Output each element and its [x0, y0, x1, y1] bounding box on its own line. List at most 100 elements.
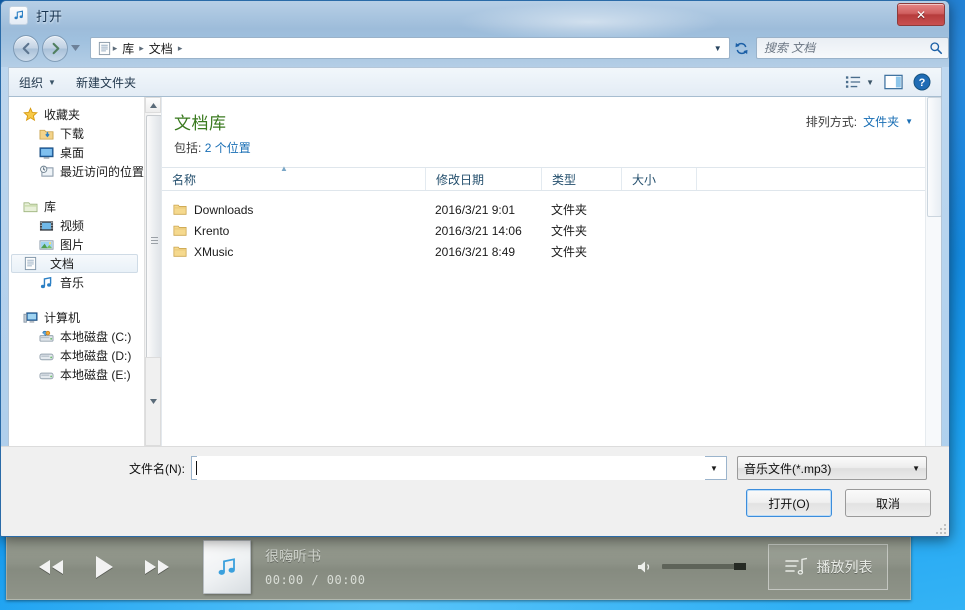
- file-type: 文件夹: [541, 201, 621, 218]
- file-date: 2016/3/21 14:06: [425, 224, 541, 238]
- file-type: 文件夹: [541, 243, 621, 260]
- arrange-by: 排列方式: 文件夹 ▼: [806, 113, 913, 130]
- next-track-button[interactable]: [141, 558, 173, 576]
- cancel-button[interactable]: 取消: [845, 489, 931, 517]
- filename-dropdown-button[interactable]: ▼: [705, 457, 723, 479]
- sidebar-item-recent-places[interactable]: 最近访问的位置: [9, 162, 144, 181]
- breadcrumb-item-library[interactable]: 库: [118, 40, 138, 57]
- sidebar-label: 下载: [60, 128, 84, 140]
- computer-icon: [23, 311, 38, 325]
- file-name: XMusic: [194, 245, 233, 259]
- list-view-icon: [845, 75, 862, 89]
- sidebar-item-desktop[interactable]: 桌面: [9, 143, 144, 162]
- column-label: 名称: [172, 171, 196, 188]
- arrange-value[interactable]: 文件夹: [863, 113, 899, 130]
- search-box[interactable]: [756, 37, 949, 59]
- folder-icon: [173, 203, 187, 216]
- library-locations-link[interactable]: 2 个位置: [205, 141, 251, 155]
- column-header-type[interactable]: 类型: [541, 168, 621, 190]
- back-arrow-icon: [20, 42, 33, 55]
- pictures-icon: [39, 238, 54, 252]
- previous-track-button[interactable]: [35, 558, 67, 576]
- sidebar-item-drive-c[interactable]: 本地磁盘 (C:): [9, 327, 144, 346]
- open-button[interactable]: 打开(O): [746, 489, 832, 517]
- track-time: 00:00 / 00:00: [265, 573, 365, 587]
- table-row[interactable]: Krento 2016/3/21 14:06 文件夹: [162, 220, 941, 241]
- file-type-filter[interactable]: 音乐文件(*.mp3) ▼: [737, 456, 927, 480]
- library-document-icon: [97, 41, 112, 56]
- breadcrumb-item-documents[interactable]: 文档: [145, 40, 177, 57]
- sidebar-item-drive-d[interactable]: 本地磁盘 (D:): [9, 346, 144, 365]
- sidebar-item-pictures[interactable]: 图片: [9, 235, 144, 254]
- address-dropdown-button[interactable]: ▼: [709, 44, 727, 53]
- back-button[interactable]: [13, 35, 39, 62]
- address-bar[interactable]: ▸ 库 ▸ 文档 ▸ ▼: [90, 37, 730, 59]
- previous-track-icon: [35, 558, 67, 576]
- desktop-icon: [39, 146, 54, 160]
- sidebar-item-documents[interactable]: 文档: [11, 254, 138, 273]
- recent-places-icon: [39, 165, 54, 179]
- help-button[interactable]: ?: [913, 73, 931, 91]
- music-icon: [39, 276, 54, 290]
- dialog-title-bar: 打开 ✕: [1, 1, 949, 29]
- column-header-date[interactable]: 修改日期: [425, 168, 541, 190]
- sidebar-header-favorites[interactable]: 收藏夹: [9, 105, 144, 124]
- file-type: 文件夹: [541, 222, 621, 239]
- speaker-icon: [637, 560, 653, 574]
- nav-group-favorites: 收藏夹 下载: [9, 105, 144, 181]
- svg-text:?: ?: [919, 77, 926, 89]
- track-title: 很嗨听书: [265, 546, 365, 566]
- preview-pane-button[interactable]: [884, 74, 903, 90]
- resize-grip[interactable]: [934, 522, 946, 534]
- file-name: Downloads: [194, 203, 253, 217]
- refresh-button[interactable]: [731, 37, 752, 59]
- table-row[interactable]: Downloads 2016/3/21 9:01 文件夹: [162, 199, 941, 220]
- volume-slider[interactable]: [662, 564, 746, 569]
- scroll-up-button[interactable]: [145, 97, 161, 113]
- sidebar-label: 本地磁盘 (D:): [60, 350, 131, 362]
- chevron-down-icon: [150, 399, 157, 404]
- column-header-size[interactable]: 大小: [621, 168, 696, 190]
- new-folder-button[interactable]: 新建文件夹: [66, 68, 146, 96]
- scrollbar-thumb[interactable]: [927, 97, 941, 217]
- search-input[interactable]: [762, 40, 929, 56]
- organize-button[interactable]: 组织 ▼: [9, 68, 66, 96]
- view-options-button[interactable]: ▼: [845, 75, 874, 89]
- volume-knob[interactable]: [734, 563, 746, 570]
- filename-input[interactable]: [197, 456, 705, 480]
- sidebar-label: 本地磁盘 (E:): [60, 369, 131, 381]
- sidebar-item-downloads[interactable]: 下载: [9, 124, 144, 143]
- column-header-name[interactable]: 名称 ▲: [162, 168, 425, 190]
- navigation-pane-scrollbar[interactable]: [144, 97, 161, 446]
- play-button[interactable]: [93, 555, 115, 579]
- scroll-down-button[interactable]: [145, 357, 161, 446]
- folder-icon: [173, 224, 187, 237]
- playlist-icon: [784, 556, 810, 578]
- sidebar-label: 最近访问的位置: [60, 166, 144, 178]
- scrollbar-thumb[interactable]: [146, 115, 162, 365]
- table-row[interactable]: XMusic 2016/3/21 8:49 文件夹: [162, 241, 941, 262]
- sidebar-label: 音乐: [60, 277, 84, 289]
- volume-control[interactable]: [637, 560, 746, 574]
- sidebar-header-libraries[interactable]: 库: [9, 197, 144, 216]
- sidebar-item-music[interactable]: 音乐: [9, 273, 144, 292]
- column-header-blank: [696, 168, 941, 190]
- video-icon: [39, 219, 54, 233]
- sidebar-item-videos[interactable]: 视频: [9, 216, 144, 235]
- chevron-down-icon[interactable]: ▼: [905, 117, 913, 126]
- file-name: Krento: [194, 224, 229, 238]
- file-list-scrollbar[interactable]: [925, 97, 941, 446]
- nav-spacer: [9, 183, 144, 197]
- filename-field[interactable]: ▼: [191, 456, 727, 480]
- playlist-button[interactable]: 播放列表: [768, 544, 888, 590]
- playlist-label: 播放列表: [817, 557, 873, 577]
- recent-locations-button[interactable]: [70, 45, 82, 51]
- sidebar-header-computer[interactable]: 计算机: [9, 308, 144, 327]
- sidebar-item-drive-e[interactable]: 本地磁盘 (E:): [9, 365, 144, 384]
- close-button[interactable]: ✕: [897, 3, 945, 26]
- forward-button[interactable]: [42, 35, 68, 62]
- dialog-title: 打开: [36, 6, 62, 25]
- nav-group-computer: 计算机 本地磁盘 (C:): [9, 308, 144, 384]
- music-note-icon: [215, 555, 239, 579]
- file-rows: Downloads 2016/3/21 9:01 文件夹 Krento 2016: [162, 191, 941, 262]
